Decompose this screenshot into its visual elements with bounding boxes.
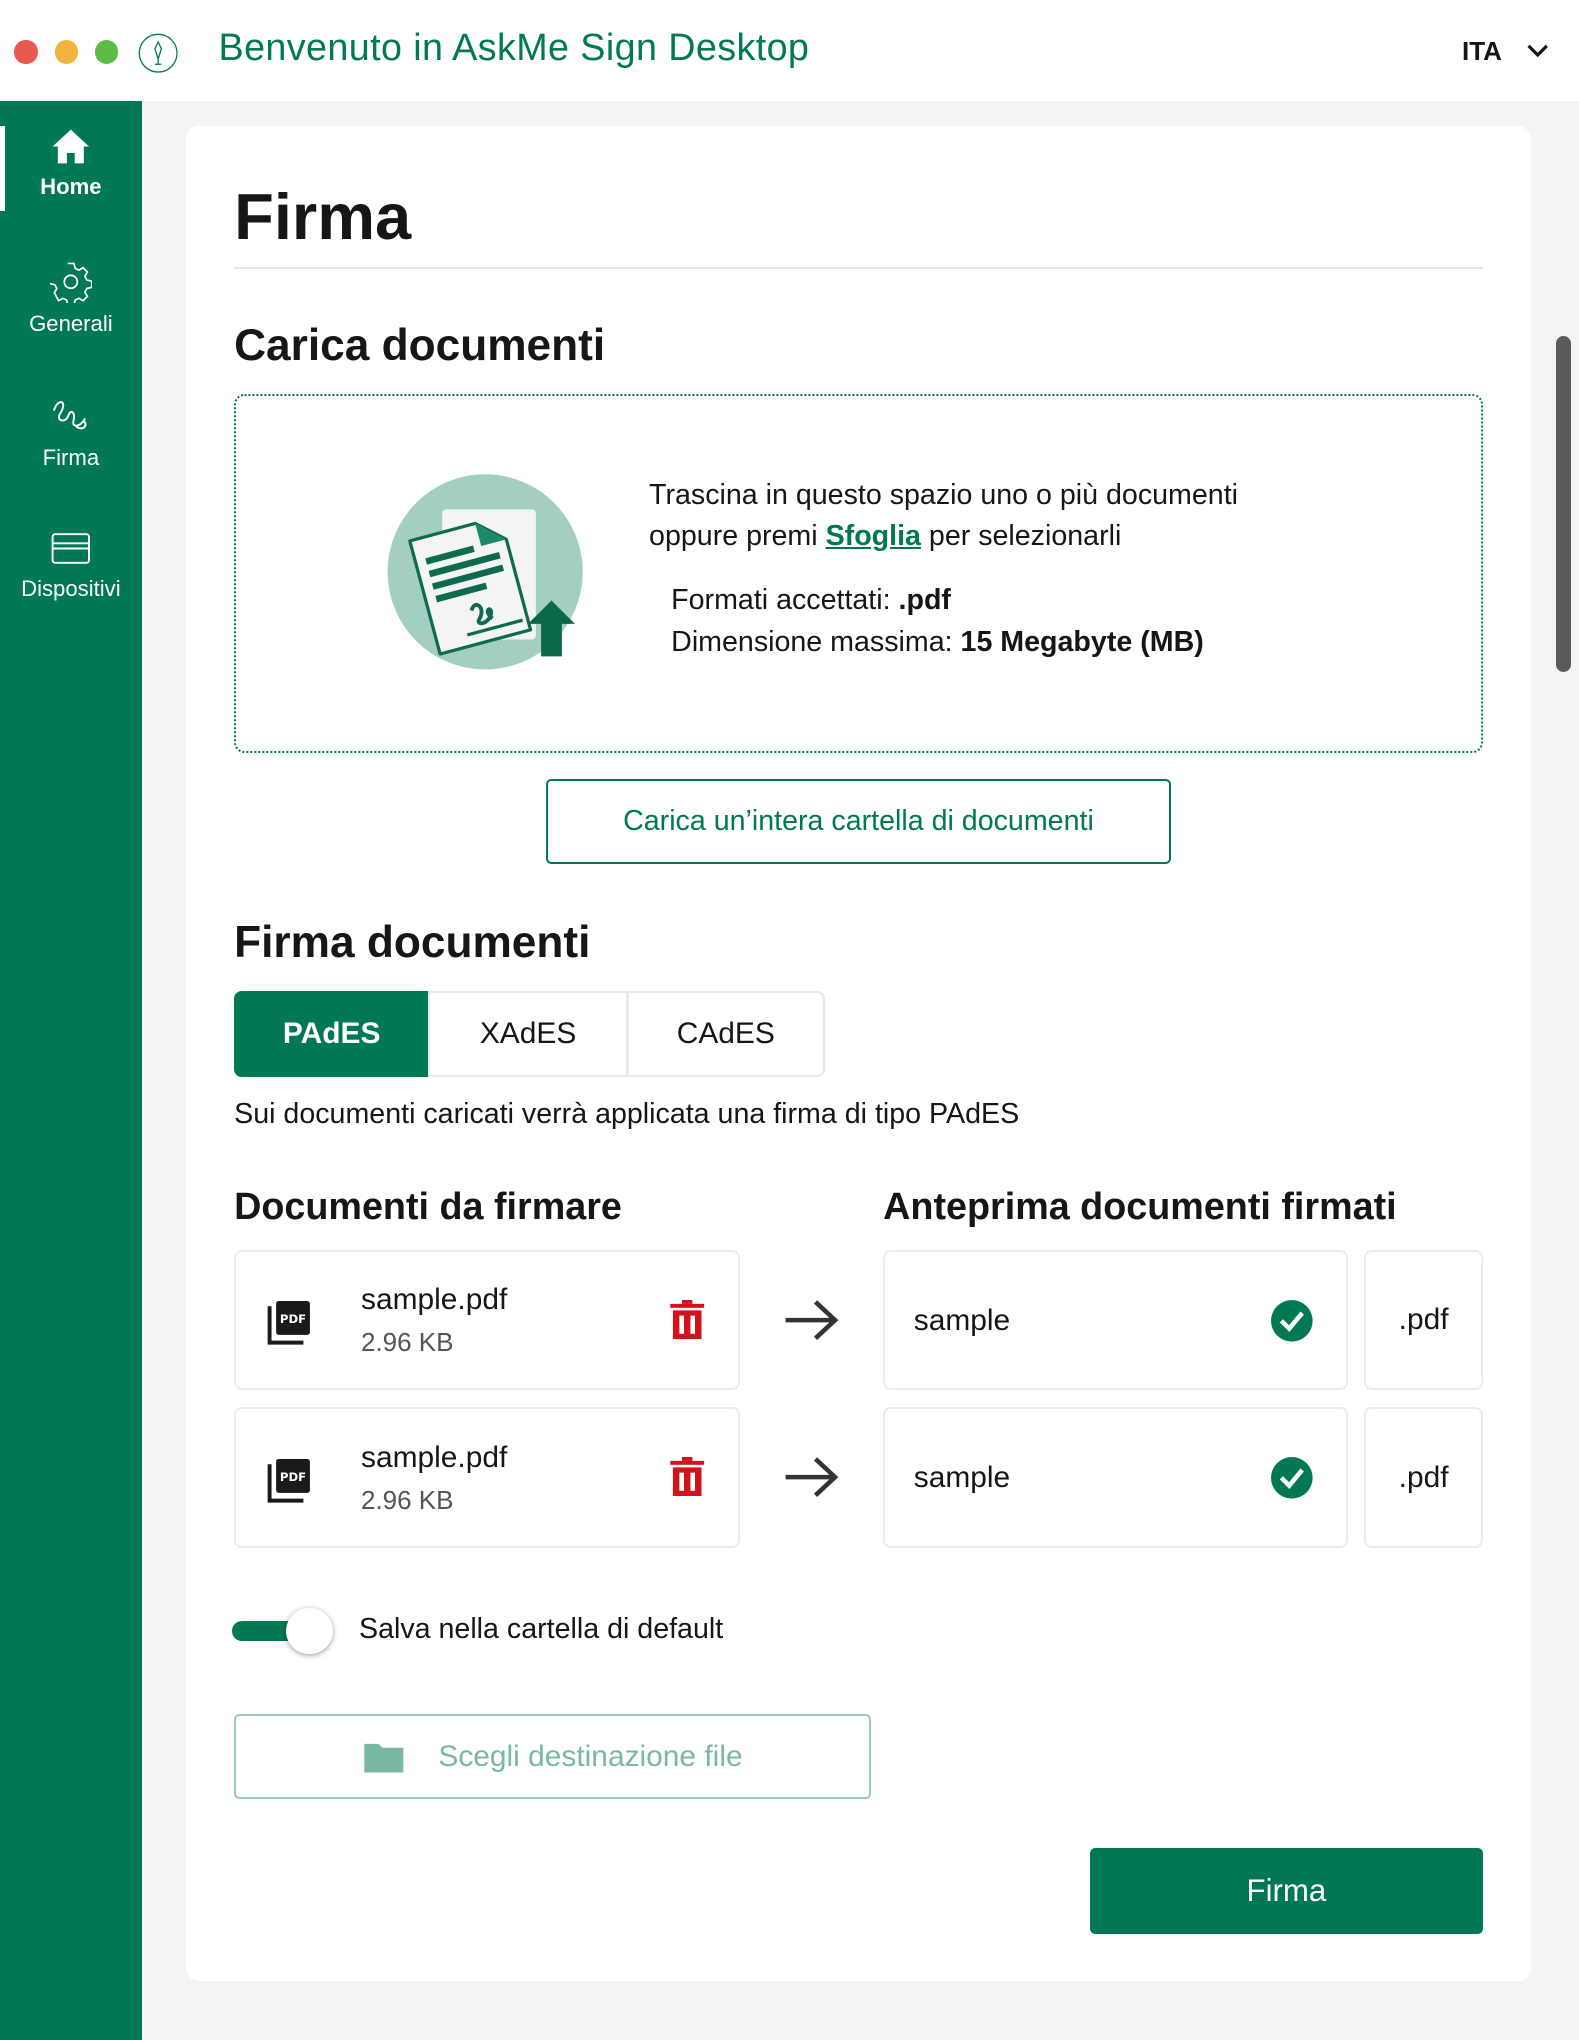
pdf-file-icon: PDF	[267, 1301, 311, 1345]
default-folder-label: Salva nella cartella di default	[358, 1612, 724, 1645]
toggle-thumb[interactable]	[286, 1607, 333, 1655]
accepted-formats: Formati accettati: .pdf	[671, 584, 951, 617]
pdf-file-icon: PDF	[267, 1458, 311, 1503]
upload-folder-button[interactable]: Carica un’intera cartella di documenti	[546, 779, 1171, 864]
file-card: PDF sample.pdf 2.96 KB	[234, 1407, 741, 1548]
label: Dimensione massima:	[671, 625, 961, 658]
output-name: sample	[913, 1461, 1011, 1495]
svg-text:PDF: PDF	[280, 1470, 306, 1484]
minimize-window-button[interactable]	[54, 40, 79, 64]
sidebar-item-label: Home	[40, 174, 102, 200]
signed-preview-card: sample	[883, 1249, 1348, 1391]
language-selector[interactable]: ITA	[1462, 36, 1502, 67]
sidebar-item-generali[interactable]: Generali	[0, 261, 142, 365]
chevron-down-icon[interactable]	[1526, 42, 1549, 60]
check-circle-icon	[1271, 1300, 1314, 1342]
tab-cades[interactable]: CAdES	[626, 991, 825, 1077]
svg-text:PDF: PDF	[280, 1313, 306, 1327]
app-title: Benvenuto in AskMe Sign Desktop	[218, 26, 810, 68]
gear-icon	[50, 263, 92, 304]
dropzone-instruction: Trascina in questo spazio uno o più docu…	[649, 478, 1239, 511]
documents-heading: Documenti da firmare	[234, 1184, 622, 1227]
tab-xades[interactable]: XAdES	[427, 991, 629, 1077]
close-window-button[interactable]	[14, 40, 38, 64]
sidebar-item-home[interactable]: Home	[0, 127, 142, 231]
active-nav-indicator	[0, 126, 6, 211]
sidebar-item-label: Generali	[29, 310, 113, 336]
signature-type-description: Sui documenti caricati verrà applicata u…	[234, 1097, 1020, 1130]
page-title: Firma	[234, 180, 412, 254]
dropzone-instruction-2: oppure premi Sfoglia per selezionarli	[649, 520, 1121, 553]
sidebar-item-firma[interactable]: Firma	[0, 395, 142, 499]
signed-preview-card: sample	[883, 1407, 1348, 1548]
sidebar: Home Generali Firma Dispositivi	[0, 101, 142, 2040]
maximize-window-button[interactable]	[94, 40, 119, 64]
output-name: sample	[913, 1303, 1011, 1337]
signature-icon	[53, 401, 87, 430]
sidebar-item-label: Dispositivi	[21, 576, 121, 602]
max-size: Dimensione massima: 15 Megabyte (MB)	[671, 626, 1204, 659]
upload-heading: Carica documenti	[234, 321, 606, 371]
file-size: 2.96 KB	[360, 1484, 454, 1515]
output-extension: .pdf	[1364, 1407, 1483, 1548]
tab-pades[interactable]: PAdES	[234, 991, 430, 1077]
arrow-right-icon	[785, 1300, 839, 1341]
upload-document-illustration	[387, 474, 583, 670]
browse-link[interactable]: Sfoglia	[826, 520, 921, 552]
home-icon	[52, 130, 90, 164]
file-name: sample.pdf	[360, 1440, 508, 1474]
choose-destination-button[interactable]: Scegli destinazione file	[234, 1714, 872, 1799]
card-device-icon	[51, 533, 91, 565]
sidebar-item-label: Firma	[42, 444, 100, 470]
file-card: PDF sample.pdf 2.96 KB	[234, 1249, 741, 1391]
preview-heading: Anteprima documenti firmati	[883, 1184, 1397, 1227]
trash-icon[interactable]	[669, 1457, 705, 1499]
text: oppure premi	[649, 520, 826, 553]
check-circle-icon	[1271, 1457, 1314, 1500]
divider	[234, 266, 1483, 270]
sign-button[interactable]: Firma	[1089, 1848, 1483, 1935]
arrow-right-icon	[785, 1457, 839, 1498]
choose-destination-label: Scegli destinazione file	[438, 1739, 743, 1773]
default-folder-toggle[interactable]	[231, 1607, 336, 1655]
scrollbar[interactable]	[1555, 335, 1572, 673]
trash-icon[interactable]	[669, 1300, 705, 1342]
file-name: sample.pdf	[360, 1283, 508, 1317]
label: Formati accettati:	[671, 584, 899, 616]
folder-icon	[364, 1743, 404, 1773]
output-extension: .pdf	[1364, 1249, 1483, 1391]
value: 15 Megabyte (MB)	[960, 625, 1204, 658]
sidebar-item-dispositivi[interactable]: Dispositivi	[0, 529, 142, 633]
text: per selezionarli	[920, 520, 1122, 553]
app-logo-icon	[138, 33, 178, 73]
file-size: 2.96 KB	[360, 1327, 454, 1358]
value: .pdf	[898, 584, 951, 616]
sign-heading: Firma documenti	[234, 918, 591, 968]
